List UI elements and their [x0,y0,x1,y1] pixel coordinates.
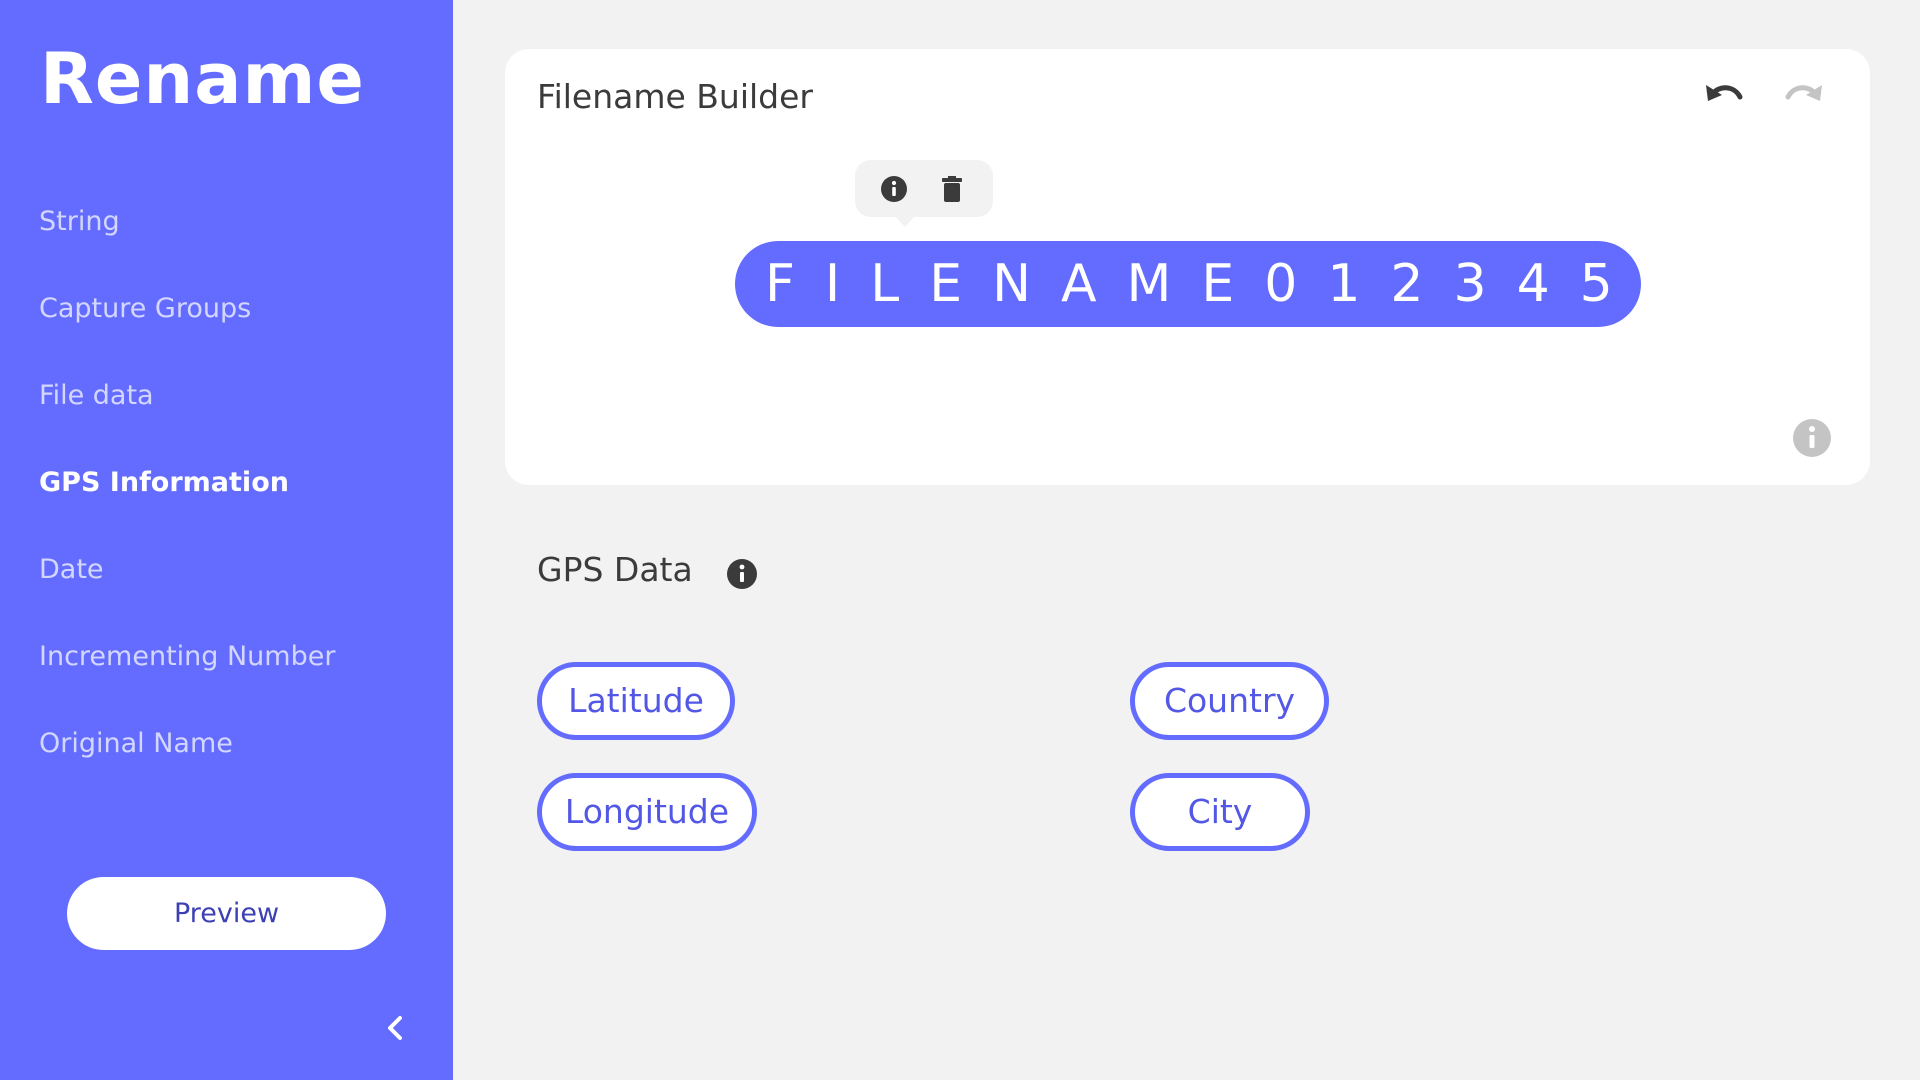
redo-icon [1785,85,1822,101]
longitude-chip[interactable]: Longitude [537,773,757,851]
trash-icon [942,176,962,202]
token-toolbar [855,160,993,227]
card-title: Filename Builder [537,77,814,116]
undo-icon [1706,85,1743,101]
sidebar-item-string[interactable]: String [0,196,453,283]
filename-builder-card: Filename Builder FILENAME012345 [505,49,1870,485]
sidebar-nav: String Capture Groups File data GPS Info… [0,196,453,805]
sidebar-item-capture-groups[interactable]: Capture Groups [0,283,453,370]
gps-section-title: GPS Data [537,550,693,589]
city-chip[interactable]: City [1130,773,1310,851]
preview-button[interactable]: Preview [67,877,386,950]
token-delete-button[interactable] [937,174,967,204]
undo-button[interactable] [1700,75,1750,115]
sidebar-item-date[interactable]: Date [0,544,453,631]
sidebar-item-incrementing-number[interactable]: Incrementing Number [0,631,453,718]
sidebar: Rename String Capture Groups File data G… [0,0,453,1080]
sidebar-item-original-name[interactable]: Original Name [0,718,453,805]
latitude-chip[interactable]: Latitude [537,662,735,740]
app-window: Rename String Capture Groups File data G… [0,0,1920,1080]
collapse-sidebar-button[interactable] [380,1010,410,1046]
builder-info-button[interactable] [1792,418,1832,458]
app-title: Rename [40,38,365,120]
country-chip[interactable]: Country [1130,662,1329,740]
gps-info-button[interactable] [726,558,758,590]
chevron-left-icon [388,1016,402,1040]
info-icon [1793,419,1831,457]
token-info-button[interactable] [879,174,909,204]
filename-token[interactable]: FILENAME012345 [735,241,1641,327]
redo-button[interactable] [1778,75,1828,115]
info-icon [881,176,907,202]
info-icon [727,559,757,589]
sidebar-item-file-data[interactable]: File data [0,370,453,457]
sidebar-item-gps-information[interactable]: GPS Information [0,457,453,544]
